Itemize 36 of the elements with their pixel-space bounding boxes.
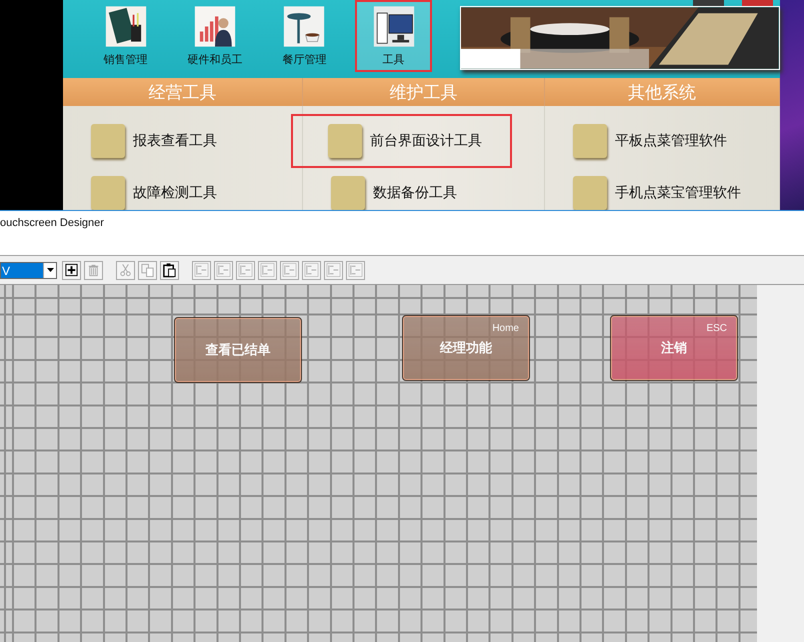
- hotkey-label: ESC: [706, 323, 727, 334]
- tool-icon: [331, 176, 365, 210]
- hotkey-label: Home: [492, 323, 519, 334]
- add-button[interactable]: [62, 260, 81, 280]
- align-icon: [194, 262, 209, 278]
- tool-icon: [328, 124, 362, 158]
- tool-icon: [91, 176, 125, 210]
- align-icon: [260, 262, 275, 278]
- nav-button[interactable]: 销售管理: [87, 0, 164, 72]
- window-title: ouchscreen Designer: [0, 217, 104, 229]
- tool-item[interactable]: 手机点菜宝管理软件: [571, 176, 743, 210]
- scissors-icon: [118, 262, 133, 278]
- nav-button[interactable]: 餐厅管理: [266, 0, 344, 72]
- tool-icon: [573, 124, 607, 158]
- tool-item[interactable]: 报表查看工具: [89, 124, 219, 158]
- align-icon: [348, 262, 363, 278]
- align-icon: [326, 262, 341, 278]
- plus-icon: [64, 262, 79, 278]
- align-icon: [238, 262, 253, 278]
- tool-item[interactable]: 前台界面设计工具: [291, 114, 512, 168]
- trash-icon: [86, 262, 101, 278]
- align-icon: [304, 262, 319, 278]
- tool-item[interactable]: 平板点菜管理软件: [571, 124, 729, 158]
- view-dropdown[interactable]: V: [0, 262, 57, 278]
- clipboard-icon: [162, 262, 177, 278]
- nav-button[interactable]: 工具: [355, 0, 432, 72]
- tool-icon: [573, 176, 607, 210]
- align-icon: [282, 262, 297, 278]
- tool-item[interactable]: 故障检测工具: [89, 176, 219, 210]
- align-icon: [216, 262, 231, 278]
- caret-icon: [46, 268, 54, 272]
- paste-button[interactable]: [160, 260, 179, 280]
- tool-icon: [91, 124, 125, 158]
- nav-button[interactable]: 硬件和员工: [176, 0, 254, 72]
- tool-item[interactable]: 数据备份工具: [329, 176, 459, 210]
- copy-icon: [140, 262, 155, 278]
